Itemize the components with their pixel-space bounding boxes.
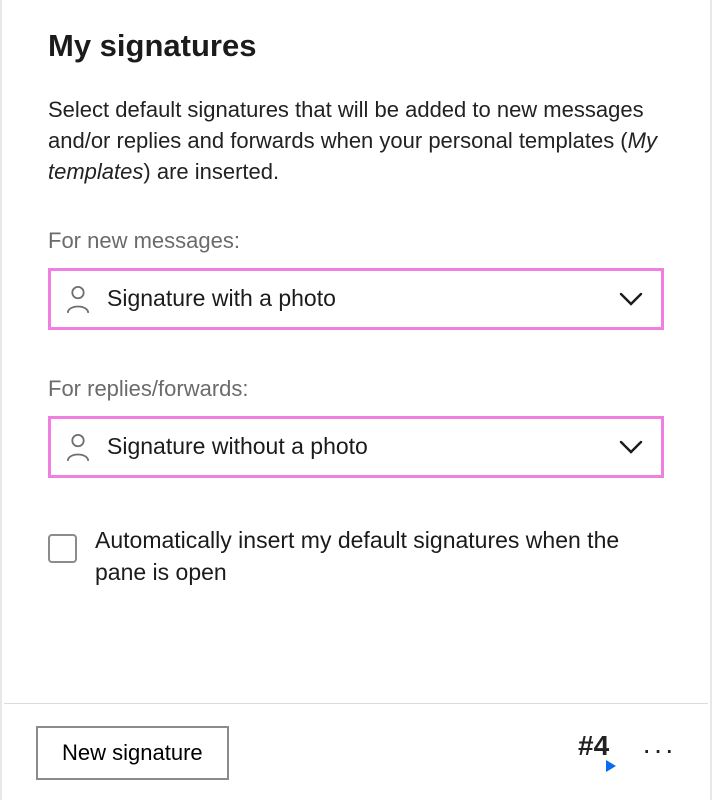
new-messages-dropdown[interactable]: Signature with a photo	[48, 268, 664, 330]
auto-insert-label[interactable]: Automatically insert my default signatur…	[95, 524, 664, 589]
replies-forwards-dropdown[interactable]: Signature without a photo	[48, 416, 664, 478]
new-signature-button[interactable]: New signature	[36, 726, 229, 780]
auto-insert-checkbox[interactable]	[48, 534, 77, 563]
help-text: Select default signatures that will be a…	[48, 94, 664, 188]
new-messages-value: Signature with a photo	[107, 285, 619, 312]
footer-divider	[4, 703, 708, 704]
more-options-icon[interactable]: ···	[642, 736, 676, 770]
hash-symbol: #4	[578, 730, 609, 762]
chevron-down-icon	[619, 292, 643, 306]
person-icon	[65, 284, 91, 314]
help-text-suffix: ) are inserted.	[143, 159, 279, 184]
auto-insert-row: Automatically insert my default signatur…	[48, 524, 664, 589]
signatures-settings-panel: My signatures Select default signatures …	[0, 0, 712, 800]
insert-macro-icon[interactable]: #4	[578, 736, 612, 770]
replies-forwards-value: Signature without a photo	[107, 433, 619, 460]
person-icon	[65, 432, 91, 462]
replies-forwards-label: For replies/forwards:	[48, 376, 664, 402]
play-triangle-icon	[606, 760, 616, 772]
footer-bar: New signature #4 ···	[36, 726, 676, 780]
help-text-prefix: Select default signatures that will be a…	[48, 97, 644, 153]
page-title: My signatures	[48, 28, 664, 64]
chevron-down-icon	[619, 440, 643, 454]
new-messages-label: For new messages:	[48, 228, 664, 254]
